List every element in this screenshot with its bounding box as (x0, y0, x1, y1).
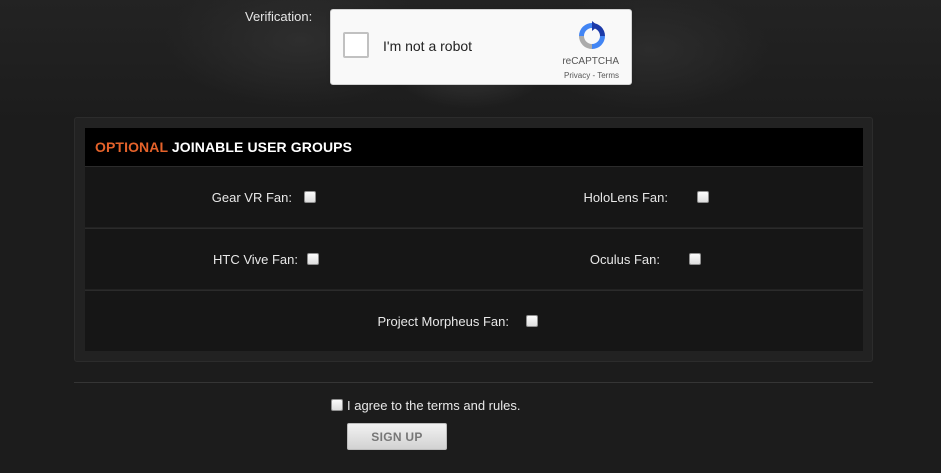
group-hololens: HoloLens Fan: (474, 167, 863, 228)
group-htc-vive-checkbox[interactable] (307, 253, 319, 265)
group-gear-vr-checkbox[interactable] (304, 191, 316, 203)
sign-up-button[interactable]: SIGN UP (347, 423, 447, 450)
terms-agreement-suffix: . (516, 398, 521, 413)
group-gear-vr-label: Gear VR Fan: (211, 190, 292, 205)
recaptcha-checkbox-label: I'm not a robot (383, 38, 473, 54)
group-row: Gear VR Fan: HoloLens Fan: (85, 166, 863, 227)
group-gear-vr: Gear VR Fan: (85, 167, 474, 228)
group-hololens-label: HoloLens Fan: (583, 190, 668, 205)
group-oculus: Oculus Fan: (474, 229, 863, 290)
title-accent: OPTIONAL (95, 139, 168, 155)
group-hololens-checkbox[interactable] (697, 191, 709, 203)
verification-label: Verification: (245, 9, 313, 24)
terms-agreement: I agree to the terms and rules. (331, 398, 520, 413)
group-project-morpheus-checkbox[interactable] (526, 315, 538, 327)
user-groups-title: OPTIONAL JOINABLE USER GROUPS (85, 128, 863, 166)
recaptcha-links: Privacy - Terms (564, 71, 619, 80)
terms-and-rules-link[interactable]: terms and rules (427, 398, 517, 413)
group-htc-vive: HTC Vive Fan: (85, 229, 474, 290)
recaptcha-logo-icon (579, 21, 605, 49)
recaptcha-terms-link[interactable]: Terms (597, 71, 619, 80)
group-project-morpheus: Project Morpheus Fan: (85, 291, 863, 352)
group-row: HTC Vive Fan: Oculus Fan: (85, 228, 863, 289)
group-row: Project Morpheus Fan: (85, 290, 863, 351)
terms-agreement-prefix: I agree to the (347, 398, 424, 413)
recaptcha-checkbox[interactable] (343, 32, 369, 58)
title-rest: JOINABLE USER GROUPS (171, 139, 353, 155)
user-groups-panel: OPTIONAL JOINABLE USER GROUPS Gear VR Fa… (74, 117, 873, 362)
group-htc-vive-label: HTC Vive Fan: (212, 252, 298, 267)
section-divider (74, 382, 873, 383)
terms-agreement-checkbox[interactable] (331, 399, 343, 411)
group-oculus-checkbox[interactable] (689, 253, 701, 265)
recaptcha-brand: reCAPTCHA (562, 56, 619, 67)
group-project-morpheus-label: Project Morpheus Fan: (377, 314, 509, 329)
recaptcha-widget: I'm not a robot reCAPTCHA Privacy - Term… (330, 9, 632, 85)
recaptcha-privacy-link[interactable]: Privacy (564, 71, 590, 80)
group-oculus-label: Oculus Fan: (589, 252, 660, 267)
